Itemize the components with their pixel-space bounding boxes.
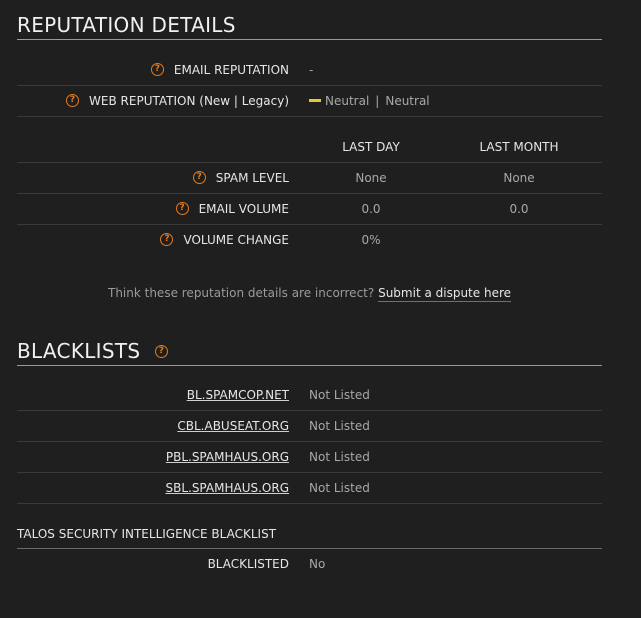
talos-blacklisted-row: BLACKLISTED No	[17, 549, 602, 579]
last-day-header: LAST DAY	[342, 140, 400, 154]
email-reputation-row: ? EMAIL REPUTATION -	[17, 55, 602, 86]
spam-level-label: SPAM LEVEL	[215, 171, 289, 185]
email-volume-label: EMAIL VOLUME	[198, 202, 289, 216]
blacklists-title: BLACKLISTS ?	[17, 338, 602, 366]
blacklist-status: Not Listed	[309, 450, 370, 464]
dispute-text: Think these reputation details are incor…	[107, 286, 375, 300]
volume-change-label: VOLUME CHANGE	[183, 233, 289, 247]
email-volume-last-month: 0.0	[509, 202, 529, 216]
blacklist-name-link[interactable]: SBL.SPAMHAUS.ORG	[165, 481, 289, 495]
help-icon[interactable]: ?	[155, 344, 169, 358]
neutral-bar-icon	[309, 99, 321, 102]
email-volume-last-day: 0.0	[361, 202, 381, 216]
web-reputation-value: Neutral | Neutral	[309, 86, 430, 116]
blacklist-status: Not Listed	[309, 481, 370, 495]
spam-level-row: ? SPAM LEVEL None None	[17, 163, 602, 194]
blacklist-status: Not Listed	[309, 419, 370, 433]
talos-blacklisted-value: No	[309, 557, 326, 571]
blacklist-row: CBL.ABUSEAT.ORG Not Listed	[17, 411, 602, 442]
reputation-page: REPUTATION DETAILS ? EMAIL REPUTATION - ?…	[0, 0, 641, 618]
blacklist-name-link[interactable]: PBL.SPAMHAUS.ORG	[166, 450, 289, 464]
help-icon[interactable]: ?	[150, 63, 164, 76]
help-icon[interactable]: ?	[160, 233, 174, 246]
blacklist-row: SBL.SPAMHAUS.ORG Not Listed	[17, 473, 602, 504]
email-reputation-label: EMAIL REPUTATION	[173, 63, 289, 77]
web-reputation-separator: |	[375, 94, 380, 108]
blacklists-title-text: BLACKLISTS	[17, 339, 141, 363]
volume-change-last-day: 0%	[361, 233, 381, 247]
talos-blacklisted-label: BLACKLISTED	[207, 557, 289, 571]
web-reputation-legacy: Neutral	[385, 94, 430, 108]
web-reputation-row: ? WEB REPUTATION (New | Legacy) Neutral | N…	[17, 86, 602, 117]
email-volume-row: ? EMAIL VOLUME 0.0 0.0	[17, 194, 602, 225]
web-reputation-label: WEB REPUTATION (New | Legacy)	[89, 94, 289, 108]
email-reputation-value: -	[309, 63, 314, 77]
help-icon[interactable]: ?	[66, 94, 80, 107]
web-reputation-new: Neutral	[325, 94, 370, 108]
help-icon[interactable]: ?	[192, 171, 206, 184]
volume-change-last-month	[459, 225, 579, 255]
reputation-details-title: REPUTATION DETAILS	[17, 12, 602, 40]
dispute-prompt: Think these reputation details are incor…	[17, 286, 602, 302]
submit-dispute-link[interactable]: Submit a dispute here	[378, 286, 511, 302]
spam-level-last-month: None	[503, 171, 535, 185]
talos-blacklist-title: TALOS SECURITY INTELLIGENCE BLACKLIST	[17, 524, 602, 549]
blacklist-row: PBL.SPAMHAUS.ORG Not Listed	[17, 442, 602, 473]
last-month-header: LAST MONTH	[479, 140, 559, 154]
spam-level-last-day: None	[355, 171, 387, 185]
blacklist-row: BL.SPAMCOP.NET Not Listed	[17, 380, 602, 411]
blacklist-status: Not Listed	[309, 388, 370, 402]
volume-change-row: ? VOLUME CHANGE 0%	[17, 225, 602, 255]
blacklist-name-link[interactable]: BL.SPAMCOP.NET	[187, 388, 289, 402]
blacklist-name-link[interactable]: CBL.ABUSEAT.ORG	[177, 419, 289, 433]
help-icon[interactable]: ?	[175, 202, 189, 215]
stats-header-row: LAST DAY LAST MONTH	[17, 132, 602, 163]
